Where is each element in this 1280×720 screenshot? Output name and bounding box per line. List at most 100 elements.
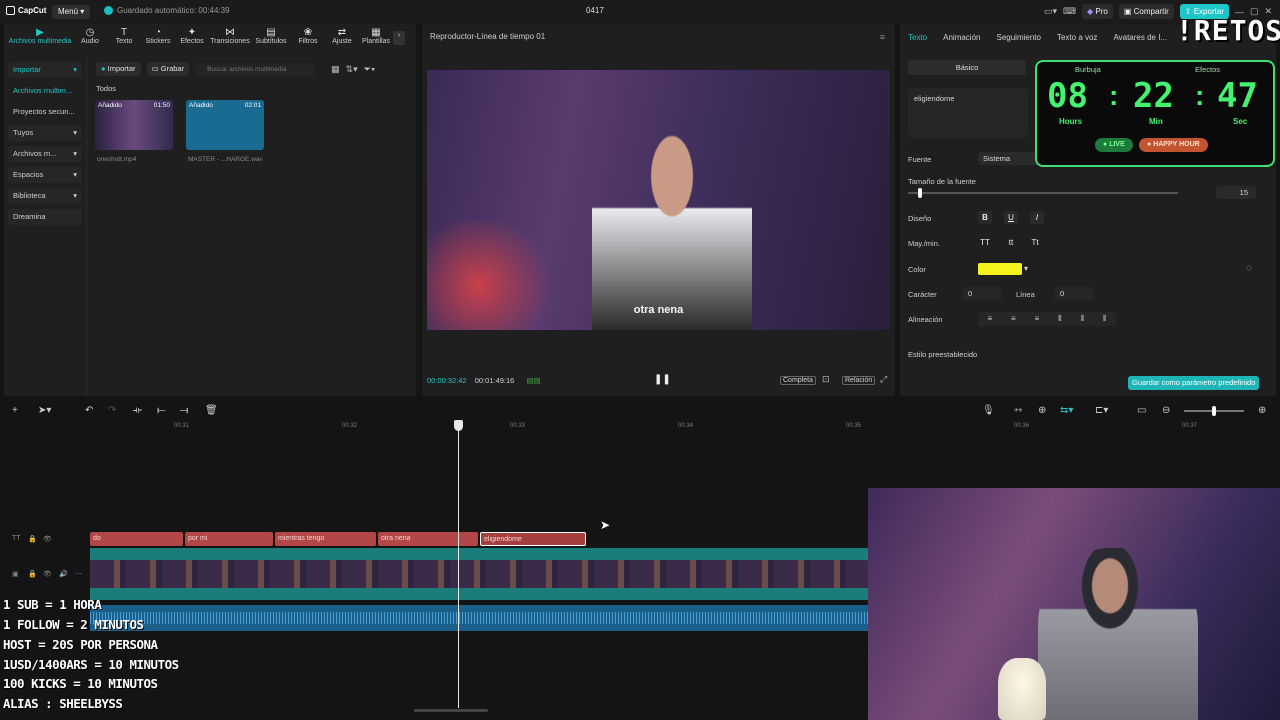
keyframe-icon[interactable]: ◇ [1246,263,1252,272]
font-size-input[interactable]: 15 [1216,186,1256,199]
media-search-input[interactable]: Buscar archivos multimedia [195,62,316,76]
sidebar-item-spaces[interactable]: Espacios ▾ [8,167,82,183]
tab-text-props[interactable]: Texto [908,33,927,42]
align-bottom-icon[interactable]: ⦀ [1103,312,1107,326]
tab-audio[interactable]: ◷ Audio [73,24,107,52]
tab-media[interactable]: ▶ Archivos multimedia [7,24,73,52]
playhead-handle[interactable] [454,420,463,431]
playhead-line[interactable] [458,420,459,708]
share-button[interactable]: ▣ Compartir [1118,4,1174,19]
fullscreen-icon[interactable]: ⤢ [880,374,887,385]
timeline-ruler[interactable]: 00:31 00:32 00:33 00:34 00:35 00:36 00:3… [88,420,1197,432]
more-icon[interactable]: ⋯ [75,570,82,578]
text-clip[interactable]: do [90,532,183,546]
sidebar-item-files[interactable]: Archivos m... ▾ [8,146,82,162]
bold-button[interactable]: B [978,211,992,224]
align-top-icon[interactable]: ⦀ [1058,312,1062,326]
menu-button[interactable]: Menú ▾ [52,5,91,19]
font-size-slider[interactable] [908,188,1178,198]
tab-subtitles[interactable]: ▤ Subtítulos [251,24,291,52]
sidebar-item-library[interactable]: Biblioteca ▾ [8,188,82,204]
align-left-icon[interactable]: ≡ [987,312,992,326]
add-track-icon[interactable]: + [12,405,18,416]
tab-stickers[interactable]: ◔ Stickers [141,24,175,52]
video-preview[interactable]: otra nena [427,70,890,330]
zoom-out-icon[interactable]: ⊖ [1162,405,1170,416]
magnet-icon[interactable]: ⊕ [1038,405,1046,416]
tab-filters[interactable]: ❀ Filtros [291,24,325,52]
split-right-icon[interactable]: ⟞ [180,405,188,416]
layout-icon[interactable]: ▭▾ [1044,6,1057,17]
record-button[interactable]: ▭ Grabar [146,62,190,76]
tabs-more-button[interactable]: › [393,31,405,45]
sidebar-item-dreamina[interactable]: Dreamina [8,209,82,225]
chevron-down-icon[interactable]: ▾ [1024,264,1028,273]
shortcut-icon[interactable]: ⌨ [1063,6,1076,17]
tab-adjust[interactable]: ⇄ Ajuste [325,24,359,52]
slider-knob[interactable] [918,188,922,198]
uppercase-button[interactable]: TT [978,236,992,249]
eye-icon[interactable]: 👁 [43,570,52,578]
basic-subtab[interactable]: Básico [908,60,1026,75]
undo-icon[interactable]: ↶ [85,405,93,416]
effects-tab-label[interactable]: Efectos [1195,65,1220,74]
align-center-icon[interactable]: ≡ [1011,312,1016,326]
underline-button[interactable]: U [1004,211,1018,224]
eye-icon[interactable]: 👁 [43,535,52,543]
zoom-slider-knob[interactable] [1212,406,1216,416]
italic-button[interactable]: I [1030,211,1044,224]
text-clip[interactable]: otra nena [378,532,478,546]
timeline-scrollbar[interactable] [414,709,488,712]
tab-transitions[interactable]: ⋈ Transiciones [209,24,251,52]
titlecase-button[interactable]: Tt [1028,236,1042,249]
zoom-slider[interactable] [1184,406,1244,416]
zoom-in-icon[interactable]: ⊕ [1258,405,1266,416]
preview-axis-icon[interactable]: ⊏▾ [1095,405,1108,416]
snap-icon[interactable]: ⇆▾ [1060,405,1073,416]
caption-icon[interactable]: ▭ [1137,405,1146,416]
text-content-input[interactable]: eligiendome [908,88,1028,138]
text-clip[interactable]: mientras tengo [275,532,376,546]
sidebar-item-import[interactable]: Importar ▾ [8,62,82,78]
media-item-video[interactable]: Añadido 01:50 [95,100,173,150]
align-right-icon[interactable]: ≡ [1035,312,1040,326]
project-title[interactable]: 0417 [586,6,604,15]
save-preset-button[interactable]: Guardar como parámetro predefinido [1128,376,1260,390]
import-button[interactable]: ● Importar [96,62,141,76]
tab-templates[interactable]: ▦ Plantillas [359,24,393,52]
grid-view-icon[interactable]: ▦ [331,64,340,75]
screenshot-icon[interactable]: ⊡ [822,374,830,385]
pro-button[interactable]: ◆ Pro [1082,4,1113,19]
microphone-icon[interactable]: 🎙 [982,405,995,416]
bubble-tab-label[interactable]: Burbuja [1075,65,1101,74]
split-icon[interactable]: ⟛ [133,405,142,416]
sidebar-item-yours[interactable]: Tuyos ▾ [8,125,82,141]
sidebar-item-secondary-projects[interactable]: Proyectos secun... [8,104,82,120]
redo-icon[interactable]: ↷ [108,405,116,416]
media-item-audio[interactable]: Añadido 02:01 [186,100,264,150]
tab-avatars[interactable]: Avatares de I... [1113,33,1167,42]
sidebar-item-media[interactable]: Archivos multim... [8,83,82,99]
tab-animation[interactable]: Animación [943,33,980,42]
full-quality-button[interactable]: Completa [780,376,816,385]
speaker-icon[interactable]: 🔊 [59,570,68,578]
tab-effects[interactable]: ✦ Efectos [175,24,209,52]
ratio-button[interactable]: Relación [842,376,876,385]
text-clip-selected[interactable]: eligiendome [480,532,586,546]
color-swatch[interactable] [978,263,1022,275]
lock-icon[interactable]: 🔒 [28,535,37,543]
sort-icon[interactable]: ⇅▾ [346,64,358,75]
link-icon[interactable]: ⇿ [1014,405,1022,416]
player-menu-icon[interactable]: ≡ [880,32,885,42]
delete-icon[interactable]: 🗑 [205,405,218,416]
video-clip-frames[interactable] [90,560,868,588]
filter-icon[interactable]: ⏷▾ [364,64,376,75]
select-tool-icon[interactable]: ➤▾ [38,405,51,416]
split-left-icon[interactable]: ⟝ [157,405,165,416]
tab-tracking[interactable]: Seguimiento [996,33,1040,42]
lowercase-button[interactable]: tt [1004,236,1018,249]
pause-button[interactable]: ❚❚ [654,374,671,385]
lock-icon[interactable]: 🔒 [28,570,37,578]
tab-text-to-speech[interactable]: Texto a voz [1057,33,1097,42]
tab-text[interactable]: T Texto [107,24,141,52]
